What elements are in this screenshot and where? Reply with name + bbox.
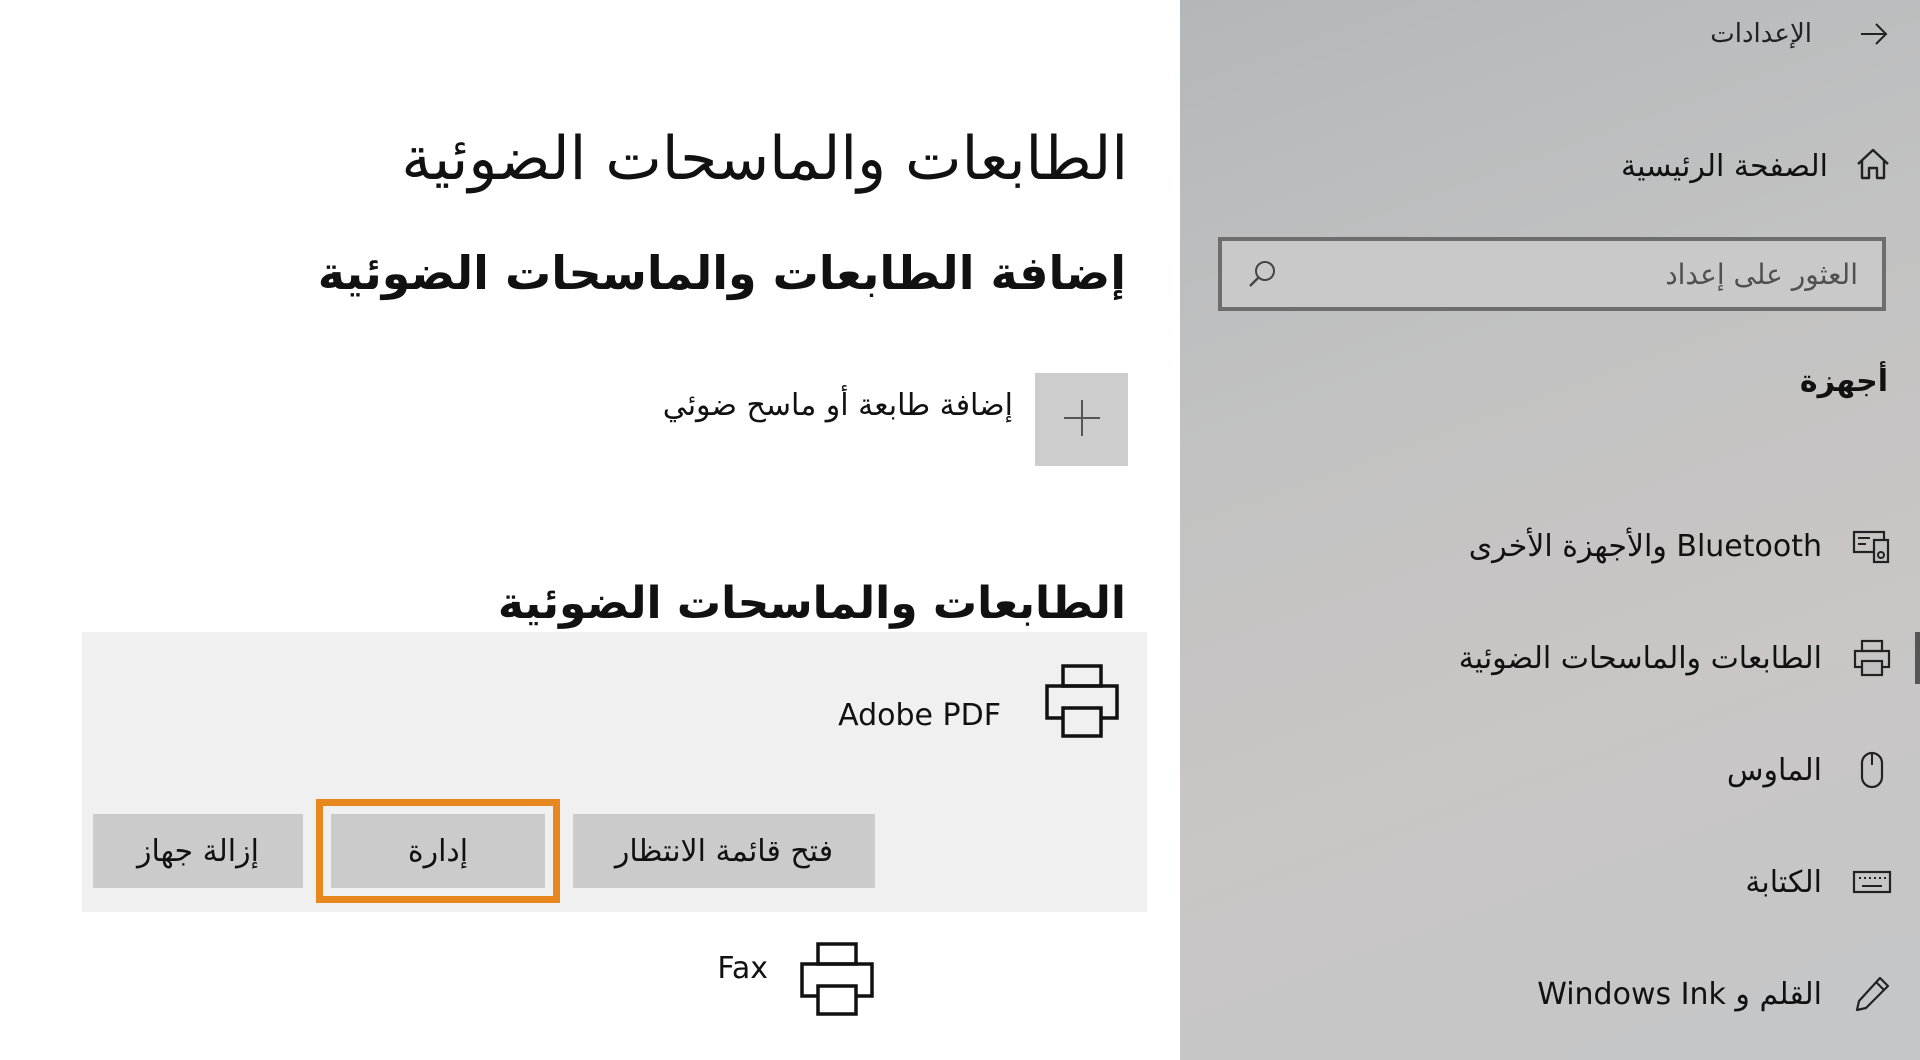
search-input[interactable] (1280, 257, 1858, 291)
mouse-icon (1852, 750, 1892, 790)
devices-icon (1852, 526, 1892, 566)
sidebar-item-bluetooth[interactable]: Bluetooth والأجهزة الأخرى (1180, 490, 1892, 602)
pen-icon (1852, 974, 1892, 1014)
nav-home-label: الصفحة الرئيسية (1621, 148, 1828, 184)
settings-nav-pane: الإعدادات الصفحة الرئيسية أجهزة Bluetoot… (1180, 0, 1920, 1060)
add-device-label: إضافة طابعة أو ماسح ضوئي (662, 388, 1013, 423)
sidebar-item-label: الطابعات والماسحات الضوئية (1458, 640, 1822, 676)
manage-button[interactable]: إدارة (316, 799, 560, 903)
sidebar-item-printers[interactable]: الطابعات والماسحات الضوئية (1180, 602, 1920, 714)
remove-device-button[interactable]: إزالة جهاز (93, 814, 303, 888)
printer-icon (798, 940, 876, 1022)
device-actions: فتح قائمة الانتظار إدارة إزالة جهاز (93, 799, 875, 903)
sidebar-item-label: Bluetooth والأجهزة الأخرى (1468, 528, 1822, 564)
sidebar-item-label: الماوس (1726, 752, 1822, 788)
add-device-button[interactable] (1035, 373, 1128, 466)
keyboard-icon (1852, 862, 1892, 902)
add-section-title: إضافة الطابعات والماسحات الضوئية (317, 246, 1126, 300)
sidebar-item-label: الكتابة (1745, 864, 1822, 900)
printers-list-title: الطابعات والماسحات الضوئية (497, 578, 1126, 629)
search-box[interactable] (1218, 237, 1886, 311)
search-icon[interactable] (1246, 257, 1280, 291)
open-queue-button[interactable]: فتح قائمة الانتظار (573, 814, 875, 888)
plus-icon (1062, 398, 1102, 442)
printer-icon (1852, 638, 1892, 678)
sidebar-item-pen[interactable]: القلم و Windows Ink (1180, 938, 1892, 1050)
title-bar: الإعدادات (1200, 14, 1892, 54)
nav-menu: Bluetooth والأجهزة الأخرى الطابعات والما… (1180, 490, 1920, 1050)
nav-home[interactable]: الصفحة الرئيسية (1621, 142, 1892, 190)
device-name: Adobe PDF (838, 698, 1001, 733)
device-card-adobe-pdf[interactable]: Adobe PDF فتح قائمة الانتظار إدارة إزالة… (82, 632, 1147, 912)
home-icon (1854, 145, 1892, 187)
nav-section-header: أجهزة (1799, 364, 1888, 399)
add-device-row[interactable]: إضافة طابعة أو ماسح ضوئي (663, 373, 1128, 466)
arrow-right-icon[interactable] (1856, 16, 1892, 52)
sidebar-item-typing[interactable]: الكتابة (1180, 826, 1892, 938)
app-title: الإعدادات (1710, 19, 1812, 49)
sidebar-item-mouse[interactable]: الماوس (1180, 714, 1892, 826)
device-name: Fax (717, 950, 768, 986)
sidebar-item-label: القلم و Windows Ink (1537, 976, 1822, 1012)
device-row-fax[interactable]: Fax (717, 940, 876, 1022)
page-title: الطابعات والماسحات الضوئية (401, 124, 1128, 194)
main-content: الطابعات والماسحات الضوئية إضافة الطابعا… (0, 0, 1180, 1060)
printer-icon (1043, 662, 1121, 744)
device-header: Adobe PDF (838, 662, 1121, 744)
